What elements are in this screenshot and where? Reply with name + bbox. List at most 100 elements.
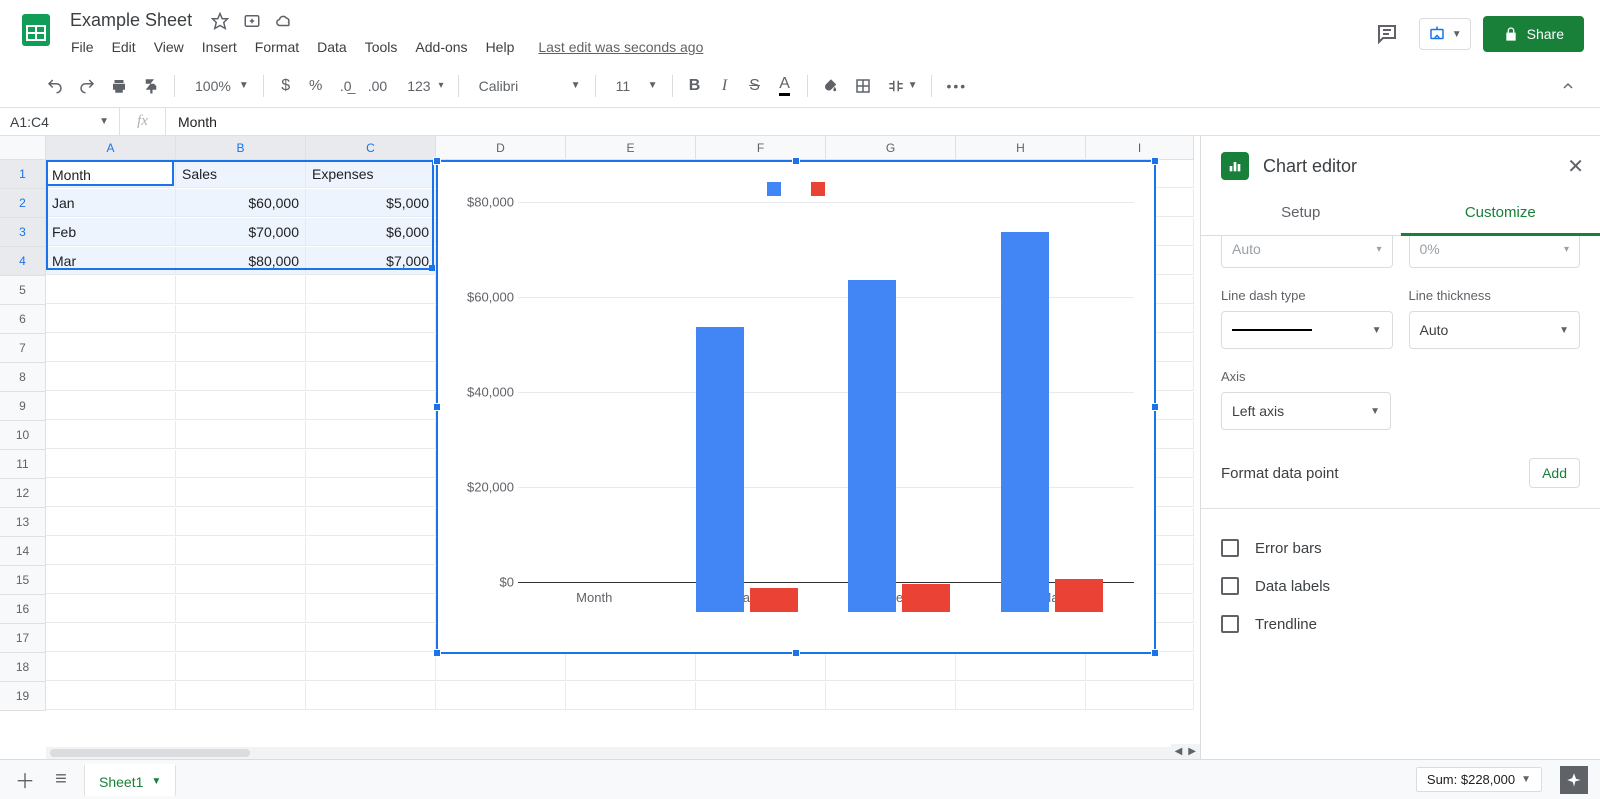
menu-tools[interactable]: Tools: [358, 35, 405, 59]
row-header[interactable]: 15: [0, 566, 46, 595]
cell[interactable]: [306, 479, 436, 507]
cell[interactable]: [436, 682, 566, 710]
cell[interactable]: [306, 682, 436, 710]
cell[interactable]: [46, 421, 176, 449]
borders-icon[interactable]: [848, 71, 878, 101]
zoom-dropdown[interactable]: 100%▼: [183, 71, 255, 101]
col-header[interactable]: I: [1086, 136, 1194, 160]
cell[interactable]: [306, 624, 436, 652]
row-header[interactable]: 13: [0, 508, 46, 537]
italic-icon[interactable]: I: [711, 71, 739, 101]
cell[interactable]: [306, 392, 436, 420]
cell[interactable]: $80,000: [176, 247, 306, 275]
top-select-left[interactable]: Auto▾: [1221, 236, 1393, 268]
more-toolbar-icon[interactable]: •••: [940, 71, 973, 101]
doc-title[interactable]: Example Sheet: [64, 8, 198, 33]
cell[interactable]: [176, 537, 306, 565]
cell[interactable]: [46, 624, 176, 652]
tab-customize[interactable]: Customize: [1401, 192, 1600, 236]
cell[interactable]: [176, 421, 306, 449]
cell[interactable]: [46, 537, 176, 565]
menu-view[interactable]: View: [147, 35, 191, 59]
cell[interactable]: [176, 334, 306, 362]
checkbox-trendline[interactable]: Trendline: [1221, 605, 1580, 643]
cell[interactable]: [176, 595, 306, 623]
cell[interactable]: [306, 595, 436, 623]
cell[interactable]: [46, 508, 176, 536]
close-icon[interactable]: ✕: [1567, 154, 1584, 179]
row-header[interactable]: 10: [0, 421, 46, 450]
col-header[interactable]: D: [436, 136, 566, 160]
cell[interactable]: [306, 421, 436, 449]
col-header[interactable]: E: [566, 136, 696, 160]
star-icon[interactable]: [210, 11, 230, 31]
fill-color-icon[interactable]: [816, 71, 846, 101]
row-header[interactable]: 6: [0, 305, 46, 334]
cell[interactable]: [696, 682, 826, 710]
row-header[interactable]: 11: [0, 450, 46, 479]
chart-object[interactable]: $0$20,000$40,000$60,000$80,000MonthJanFe…: [436, 160, 1156, 654]
cell[interactable]: [46, 566, 176, 594]
cell[interactable]: [176, 682, 306, 710]
line-dash-select[interactable]: ▼: [1221, 311, 1393, 349]
cell[interactable]: $6,000: [306, 218, 436, 246]
col-header[interactable]: F: [696, 136, 826, 160]
bold-icon[interactable]: B: [681, 71, 709, 101]
line-thickness-select[interactable]: Auto▼: [1409, 311, 1581, 349]
cell[interactable]: [176, 479, 306, 507]
menu-data[interactable]: Data: [310, 35, 354, 59]
tab-setup[interactable]: Setup: [1201, 192, 1401, 235]
cell[interactable]: [566, 682, 696, 710]
cell[interactable]: Sales: [176, 160, 306, 188]
row-header[interactable]: 5: [0, 276, 46, 305]
col-header[interactable]: C: [306, 136, 436, 160]
cell[interactable]: Expenses: [306, 160, 436, 188]
paint-format-icon[interactable]: [136, 71, 166, 101]
cell[interactable]: [436, 653, 566, 681]
print-icon[interactable]: [104, 71, 134, 101]
cell[interactable]: [176, 276, 306, 304]
cell[interactable]: [46, 363, 176, 391]
row-header[interactable]: 17: [0, 624, 46, 653]
collapse-toolbar-icon[interactable]: [1554, 71, 1582, 101]
add-data-point-button[interactable]: Add: [1529, 458, 1580, 488]
row-header[interactable]: 9: [0, 392, 46, 421]
checkbox-data-labels[interactable]: Data labels: [1221, 567, 1580, 605]
cell[interactable]: Feb: [46, 218, 176, 246]
currency-icon[interactable]: $: [272, 71, 300, 101]
cell[interactable]: Jan: [46, 189, 176, 217]
sheet-tab[interactable]: Sheet1▼: [84, 764, 176, 796]
cell[interactable]: [306, 305, 436, 333]
row-header[interactable]: 1: [0, 160, 46, 189]
cell[interactable]: $70,000: [176, 218, 306, 246]
row-header[interactable]: 18: [0, 653, 46, 682]
menu-file[interactable]: File: [64, 35, 101, 59]
move-icon[interactable]: [242, 11, 262, 31]
row-header[interactable]: 12: [0, 479, 46, 508]
text-color-icon[interactable]: A: [771, 71, 799, 101]
cell[interactable]: [956, 653, 1086, 681]
row-header[interactable]: 3: [0, 218, 46, 247]
cell[interactable]: [46, 392, 176, 420]
row-header[interactable]: 8: [0, 363, 46, 392]
cell[interactable]: [176, 508, 306, 536]
font-dropdown[interactable]: Calibri▼: [467, 71, 587, 101]
cell[interactable]: Month: [46, 160, 176, 188]
cell[interactable]: [46, 334, 176, 362]
add-sheet-icon[interactable]: ＋: [12, 767, 38, 793]
horizontal-scrollbar[interactable]: [46, 747, 1200, 759]
comments-icon[interactable]: [1367, 14, 1407, 54]
row-header[interactable]: 2: [0, 189, 46, 218]
dec-increase-icon[interactable]: .00: [362, 71, 393, 101]
axis-select[interactable]: Left axis▼: [1221, 392, 1391, 430]
name-box[interactable]: A1:C4▼: [0, 108, 120, 135]
cell[interactable]: [826, 653, 956, 681]
formula-bar[interactable]: Month: [166, 114, 217, 130]
cell[interactable]: $5,000: [306, 189, 436, 217]
cell[interactable]: $60,000: [176, 189, 306, 217]
more-formats-dropdown[interactable]: 123▾: [395, 71, 449, 101]
row-header[interactable]: 16: [0, 595, 46, 624]
undo-icon[interactable]: [40, 71, 70, 101]
cell[interactable]: [176, 392, 306, 420]
cell[interactable]: [176, 363, 306, 391]
